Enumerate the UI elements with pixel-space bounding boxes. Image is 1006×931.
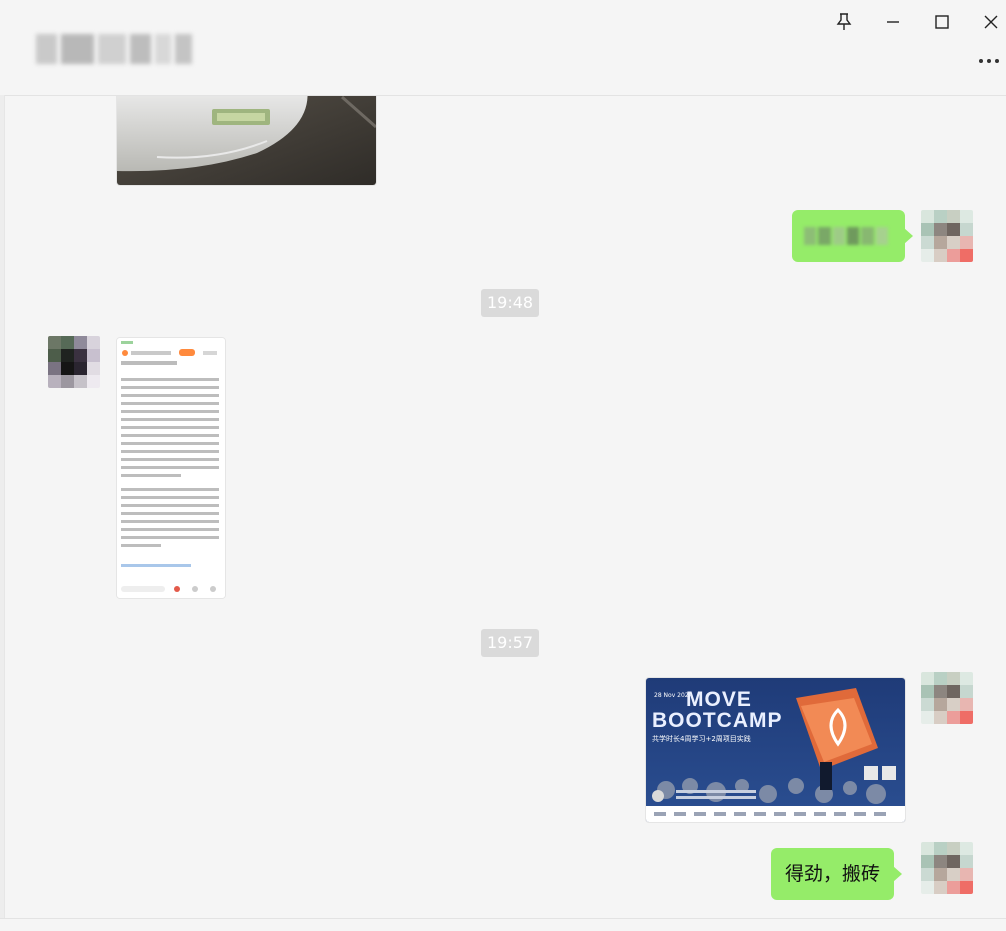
self-message-redacted[interactable] [792, 210, 913, 262]
minimize-icon[interactable] [879, 8, 907, 36]
message-list[interactable]: 19:48 19:57 28 Nov 2024 MOVE BOOTCAMP 共学… [0, 96, 1006, 918]
more-icon[interactable] [976, 54, 1002, 68]
self-avatar[interactable] [921, 842, 973, 894]
chat-header [0, 0, 1006, 96]
poster-title-line2: BOOTCAMP [652, 709, 783, 732]
redacted-text [804, 227, 888, 245]
image-message-article-screenshot[interactable] [116, 337, 226, 599]
message-input-area[interactable] [0, 919, 1006, 931]
timestamp-badge: 19:57 [481, 629, 540, 657]
poster-subtitle: 共学时长4周学习+2周项目实践 [652, 735, 751, 743]
pin-icon[interactable] [830, 8, 858, 36]
maximize-icon[interactable] [928, 8, 956, 36]
self-message-text[interactable]: 得劲，搬砖 [771, 848, 903, 900]
timestamp-badge: 19:48 [481, 289, 540, 317]
self-avatar[interactable] [921, 672, 973, 724]
image-message-car-photo[interactable] [116, 96, 377, 186]
self-avatar[interactable] [921, 210, 973, 262]
chat-title-redacted [36, 34, 193, 64]
contact-avatar[interactable] [48, 336, 100, 388]
image-message-event-poster[interactable]: 28 Nov 2024 MOVE BOOTCAMP 共学时长4周学习+2周项目实… [645, 677, 906, 823]
close-icon[interactable] [977, 8, 1005, 36]
